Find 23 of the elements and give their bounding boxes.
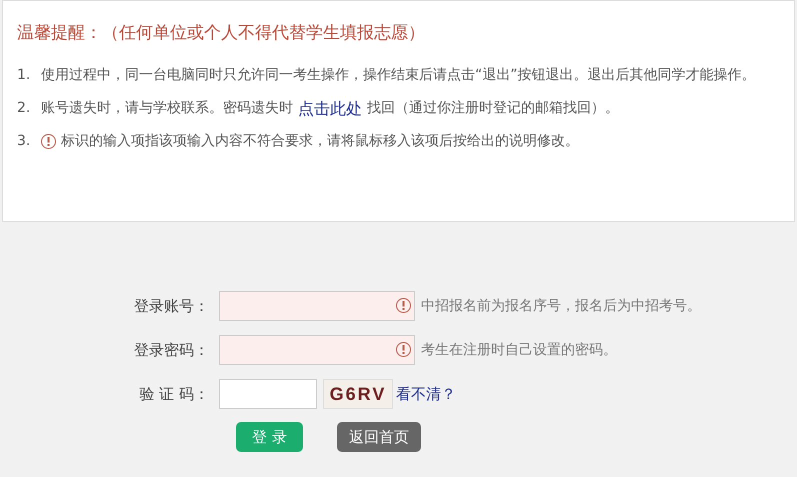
account-field[interactable] <box>219 291 415 321</box>
field-label: 登录密码： <box>133 340 210 361</box>
item-number: 2. <box>17 98 32 118</box>
item-number: 1. <box>17 66 32 84</box>
item-number: 3. <box>17 132 32 150</box>
field-label: 验 证 码： <box>138 384 210 405</box>
field-label: 登录账号： <box>133 296 210 317</box>
captcha-field[interactable] <box>219 379 317 409</box>
hint-text: 中招报名前为报名序号，报名后为中招考号。 <box>421 296 701 316</box>
back-home-button[interactable]: 返回首页 <box>337 422 421 452</box>
warning-icon <box>396 298 411 313</box>
notice-text: 账号遗失时，请与学校联系。密码遗失时 <box>41 98 293 118</box>
notice-text: 使用过程中，同一台电脑同时只允许同一考生操作，操作结束后请点击“退出”按钮退出。退出后其他同学才能操作。 <box>41 66 756 84</box>
warning-icon <box>396 342 411 357</box>
notice-text: 标识的输入项指该项输入内容不符合要求，请将鼠标移入该项后按给出的说明修改。 <box>61 132 579 150</box>
hint-text: 考生在注册时自己设置的密码。 <box>421 340 617 360</box>
password-field[interactable] <box>219 335 415 365</box>
notice-text: 找回（通过你注册时登记的邮箱找回）。 <box>367 98 619 118</box>
notice-title: 温馨提醒：（任何单位或个人不得代替学生填报志愿） <box>17 22 426 45</box>
recover-password-link[interactable]: 点击此处 <box>298 92 362 124</box>
captcha-image: G6RV <box>323 379 393 409</box>
refresh-captcha-link[interactable]: 看不清？ <box>396 382 456 406</box>
warning-icon <box>41 134 56 148</box>
